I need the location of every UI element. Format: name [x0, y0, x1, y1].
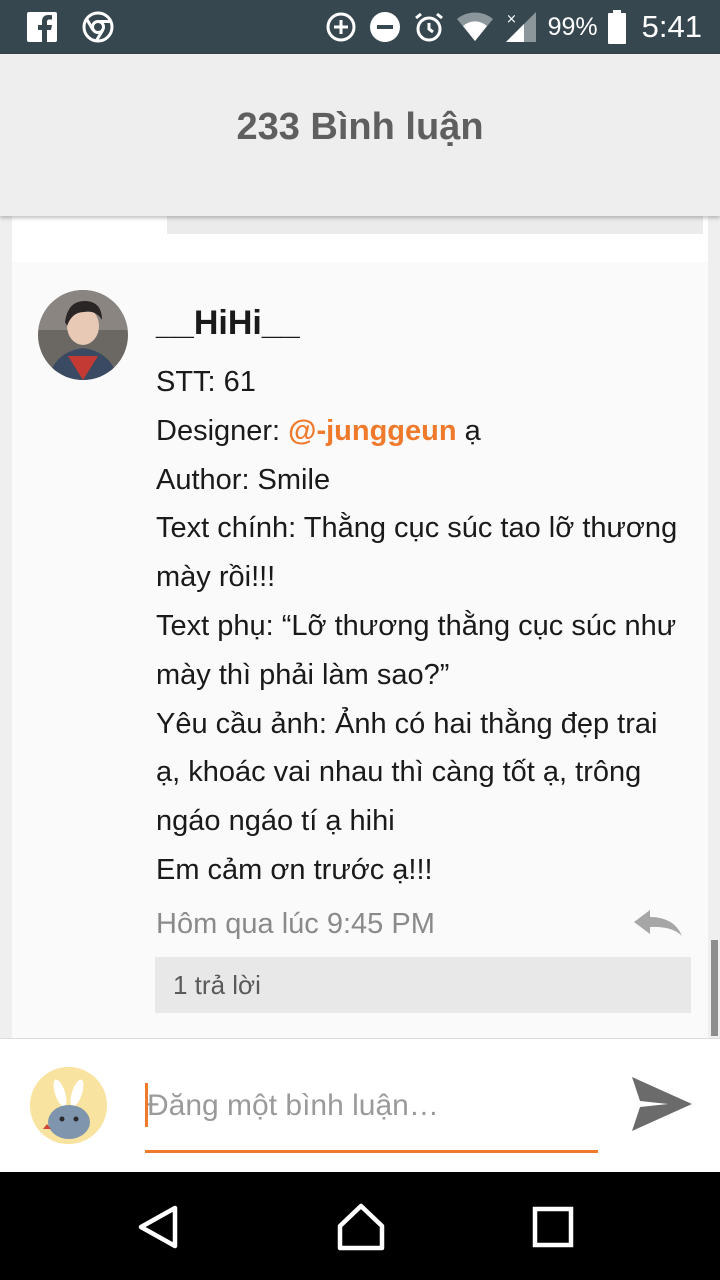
bunny-avatar-image: [30, 1067, 107, 1144]
comment-line-text-main: Text chính: Thằng cục súc tao lỡ thương …: [156, 512, 678, 594]
wifi-icon: [456, 12, 493, 42]
page-title: 233 Bình luận: [236, 106, 484, 148]
designer-suffix: ạ: [456, 414, 481, 447]
comments-list[interactable]: __HiHi__ STT: 61 Designer: @-junggeun ạ …: [0, 216, 720, 1038]
chrome-icon: [82, 11, 114, 43]
designer-label: Designer:: [156, 414, 289, 447]
battery-icon: [607, 10, 626, 44]
alarm-icon: [414, 12, 443, 42]
my-avatar[interactable]: [30, 1067, 107, 1144]
comment-input-wrapper: [145, 1081, 598, 1153]
battery-percent: 99%: [547, 12, 598, 41]
clock-time: 5:41: [641, 9, 702, 44]
comment-line-image-request: Yêu cầu ảnh: Ảnh có hai thằng đẹp trai ạ…: [156, 707, 658, 838]
data-saver-icon: [326, 12, 356, 42]
comment-composer: [0, 1038, 720, 1172]
do-not-disturb-icon: [369, 12, 400, 42]
view-replies-button[interactable]: 1 trả lời: [155, 957, 691, 1013]
comment-line-thanks: Em cảm ơn trước ạ!!!: [156, 853, 433, 886]
scrollbar[interactable]: [711, 940, 718, 1036]
comment-line-stt: STT: 61: [156, 366, 256, 398]
comment-timestamp: Hôm qua lúc 9:45 PM: [156, 908, 435, 940]
recents-icon[interactable]: [526, 1200, 580, 1254]
comment-input[interactable]: [145, 1081, 598, 1131]
system-nav-bar: [0, 1172, 720, 1280]
comment-line-text-sub: Text phụ: “Lỡ thương thằng cục súc như m…: [156, 609, 677, 691]
text-cursor: [145, 1083, 148, 1127]
comment-username[interactable]: __HiHi__: [156, 304, 300, 343]
status-bar: × 99% 5:41: [0, 0, 720, 54]
comment-line-author: Author: Smile: [156, 463, 331, 496]
home-icon[interactable]: [334, 1200, 388, 1254]
send-icon[interactable]: [628, 1071, 694, 1137]
reply-icon[interactable]: [632, 908, 684, 938]
previous-comment-card: [12, 216, 708, 262]
comment-line-designer: Designer: @-junggeun ạ: [156, 407, 686, 456]
signal-icon: ×: [505, 12, 536, 42]
facebook-icon: [27, 12, 57, 42]
back-icon[interactable]: [133, 1200, 187, 1254]
comments-header: 233 Bình luận: [0, 54, 720, 216]
avatar-image: [38, 290, 128, 380]
designer-mention-link[interactable]: @-junggeun: [288, 415, 456, 447]
svg-text:×: ×: [506, 12, 517, 27]
comment-body: STT: 61 Designer: @-junggeun ạ Author: S…: [156, 358, 686, 895]
previous-replies-button[interactable]: [167, 216, 703, 234]
avatar[interactable]: [38, 290, 128, 380]
comment-card: __HiHi__ STT: 61 Designer: @-junggeun ạ …: [12, 262, 708, 1038]
